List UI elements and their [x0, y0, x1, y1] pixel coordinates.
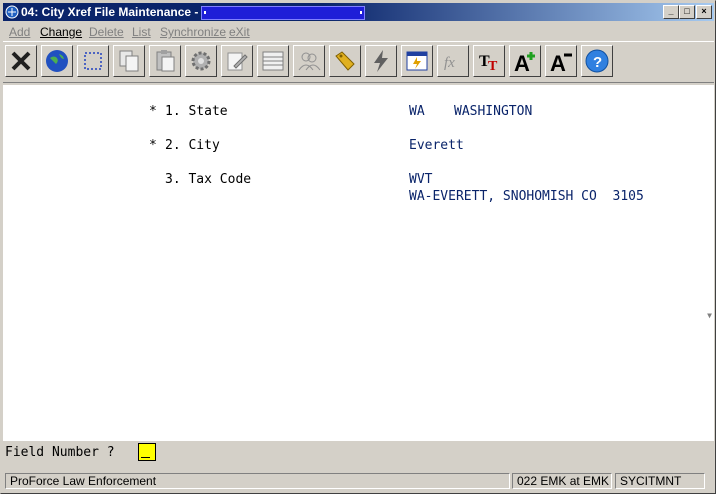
- city-required-marker: *: [149, 138, 157, 153]
- state-name: WASHINGTON: [454, 104, 533, 119]
- menu-exit[interactable]: eXit: [229, 25, 250, 39]
- minimize-icon: _: [668, 6, 674, 16]
- tax-code-label: 3. Tax Code: [165, 172, 252, 187]
- svg-text:fx: fx: [444, 55, 455, 71]
- fx-button[interactable]: fx: [437, 45, 469, 77]
- app-window: 04: City Xref File Maintenance - _ □ × A…: [0, 0, 716, 494]
- svg-text:T: T: [488, 59, 498, 74]
- copy-icon: [119, 50, 139, 72]
- tax-code-value[interactable]: WVT: [409, 172, 432, 187]
- globe-button[interactable]: [41, 45, 73, 77]
- font-style-icon: TT: [479, 53, 498, 74]
- fx-icon: fx: [444, 55, 455, 71]
- users-icon: [298, 52, 321, 71]
- menu-add[interactable]: Add: [9, 25, 30, 39]
- city-value[interactable]: Everett: [409, 138, 464, 153]
- edit-pencil-icon: [227, 52, 248, 71]
- close-button[interactable]: [5, 45, 37, 77]
- title-record-field: [201, 6, 365, 20]
- window-title: 04: City Xref File Maintenance -: [21, 5, 199, 19]
- copy-button[interactable]: [113, 45, 145, 77]
- settings-gear-icon: [191, 51, 211, 71]
- app-icon: [5, 5, 19, 19]
- font-decrease-icon: A: [550, 51, 572, 74]
- globe-icon: [46, 50, 68, 72]
- tax-code-description: WA-EVERETT, SNOHOMISH CO 3105: [409, 189, 644, 204]
- state-label: 1. State: [165, 104, 228, 119]
- menu-bar: Add Change Delete List Synchronize eXit: [3, 22, 714, 40]
- font-style-button[interactable]: TT: [473, 45, 505, 77]
- help-button[interactable]: ?: [581, 45, 613, 77]
- help-icon: ?: [585, 49, 609, 73]
- field-number-prompt: Field Number ?: [5, 445, 115, 460]
- edit-button[interactable]: [221, 45, 253, 77]
- toolbar: fx TT A A ?: [3, 41, 714, 83]
- menu-change[interactable]: Change: [40, 25, 82, 39]
- settings-button[interactable]: [185, 45, 217, 77]
- status-program: SYCITMNT: [615, 473, 705, 489]
- font-increase-button[interactable]: A: [509, 45, 541, 77]
- state-code[interactable]: WA: [409, 104, 425, 119]
- calendar-icon: [406, 51, 428, 71]
- prompt-bar: Field Number ?: [3, 442, 714, 464]
- maximize-button[interactable]: □: [679, 5, 695, 19]
- tag-icon: [335, 51, 355, 71]
- select-button[interactable]: [77, 45, 109, 77]
- svg-text:A: A: [550, 51, 566, 74]
- svg-text:?: ?: [593, 54, 602, 71]
- status-bar: ProForce Law Enforcement 022 EMK at EMK …: [3, 471, 714, 491]
- lightning-button[interactable]: [365, 45, 397, 77]
- calendar-button[interactable]: [401, 45, 433, 77]
- paste-icon: [156, 50, 175, 72]
- menu-list[interactable]: List: [132, 25, 151, 39]
- font-decrease-button[interactable]: A: [545, 45, 577, 77]
- close-window-button[interactable]: ×: [696, 5, 712, 19]
- menu-delete[interactable]: Delete: [89, 25, 124, 39]
- close-icon: ×: [701, 6, 707, 16]
- table-button[interactable]: [257, 45, 289, 77]
- status-agency: ProForce Law Enforcement: [5, 473, 510, 489]
- svg-text:A: A: [514, 51, 530, 74]
- close-x-icon: [11, 51, 31, 71]
- table-icon: [262, 51, 284, 71]
- minimize-button[interactable]: _: [663, 5, 679, 19]
- lightning-icon: [374, 50, 388, 72]
- scroll-down-arrow-icon[interactable]: ▼: [707, 311, 712, 320]
- font-increase-icon: A: [514, 51, 535, 74]
- form-area: * 1. State WA WASHINGTON * 2. City Evere…: [3, 85, 714, 441]
- tag-button[interactable]: [329, 45, 361, 77]
- state-required-marker: *: [149, 104, 157, 119]
- field-number-input[interactable]: [138, 443, 156, 461]
- menu-synchronize[interactable]: Synchronize: [160, 25, 226, 39]
- users-button[interactable]: [293, 45, 325, 77]
- select-dotted-icon: [84, 52, 102, 70]
- maximize-icon: □: [684, 6, 690, 16]
- paste-button[interactable]: [149, 45, 181, 77]
- title-bar: 04: City Xref File Maintenance - _ □ ×: [3, 3, 714, 21]
- city-label: 2. City: [165, 138, 220, 153]
- status-user: 022 EMK at EMK: [512, 473, 612, 489]
